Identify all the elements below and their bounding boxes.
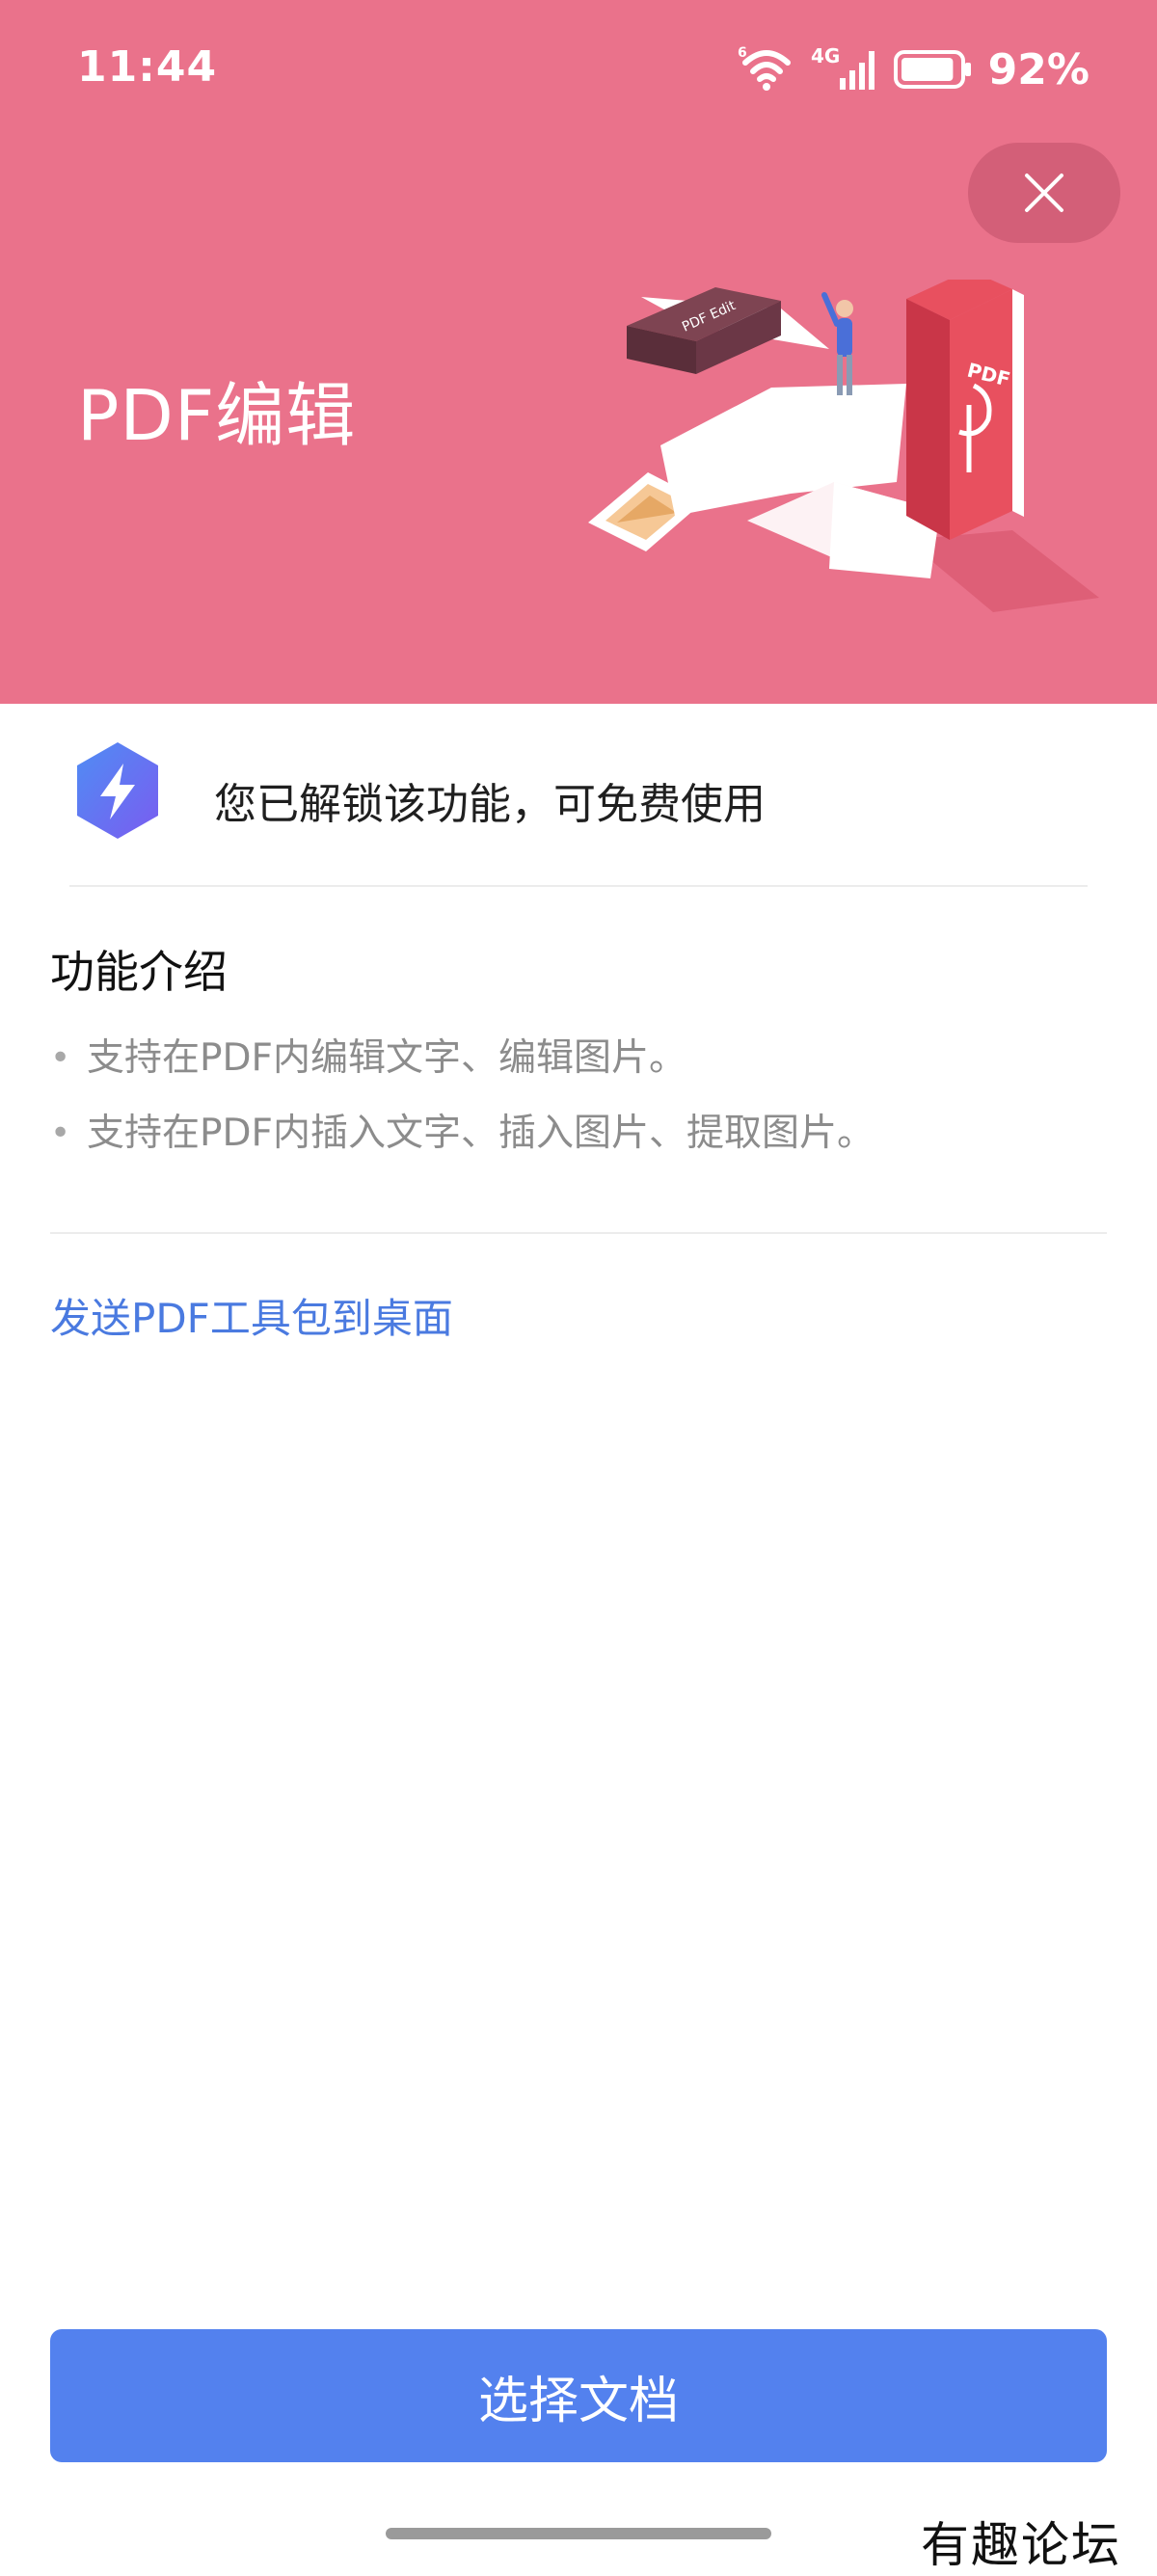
unlock-text: 您已解锁该功能，可免费使用 <box>214 780 766 829</box>
watermark: 有趣论坛 <box>921 2517 1121 2573</box>
battery-icon <box>893 50 971 89</box>
wifi-icon: 6 <box>738 45 791 91</box>
select-document-button[interactable]: 选择文档 <box>50 2329 1107 2462</box>
bullet: • <box>50 1114 71 1153</box>
feature-text: 支持在PDF内编辑文字、编辑图片。 <box>87 1036 686 1080</box>
battery-percent: 92% <box>987 44 1090 94</box>
send-to-desktop-link[interactable]: 发送PDF工具包到桌面 <box>50 1286 453 1345</box>
feature-intro-title: 功能介绍 <box>50 946 228 998</box>
feature-list: • 支持在PDF内编辑文字、编辑图片。 • 支持在PDF内插入文字、插入图片、提… <box>50 1030 1111 1180</box>
home-indicator[interactable] <box>386 2528 771 2539</box>
pdf-edit-illustration: PDF Edit PDF <box>588 280 1099 612</box>
close-icon <box>1025 174 1063 212</box>
feature-item: • 支持在PDF内编辑文字、编辑图片。 <box>50 1030 1111 1105</box>
lightning-bolt-icon <box>77 742 158 839</box>
status-icons: 6 4G 92% <box>738 42 1090 96</box>
feature-text: 支持在PDF内插入文字、插入图片、提取图片。 <box>87 1112 874 1155</box>
header-banner: 11:44 6 4G 92% PDF编辑 PDF Edit PDF <box>0 0 1157 704</box>
cellular-signal-icon: 4G <box>811 45 874 90</box>
page-title: PDF编辑 <box>77 375 357 456</box>
close-button[interactable] <box>968 143 1120 243</box>
network-type: 4G <box>811 45 840 67</box>
unlock-status: 您已解锁该功能，可免费使用 <box>0 704 1157 887</box>
bullet: • <box>50 1038 71 1078</box>
status-time: 11:44 <box>77 42 218 92</box>
feature-item: • 支持在PDF内插入文字、插入图片、提取图片。 <box>50 1105 1111 1180</box>
wifi-badge: 6 <box>738 45 747 61</box>
divider <box>50 1232 1107 1234</box>
status-bar: 11:44 6 4G 92% <box>0 0 1157 135</box>
divider <box>69 885 1088 887</box>
